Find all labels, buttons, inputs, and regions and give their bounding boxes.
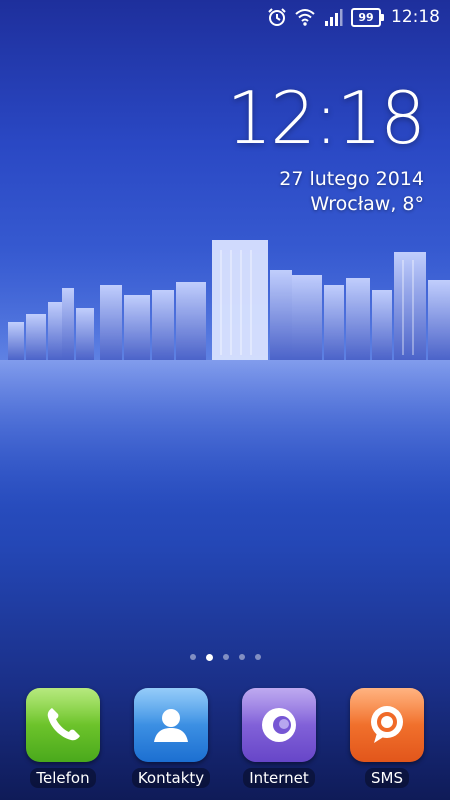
clock-time[interactable]: 12:18	[227, 82, 426, 154]
dock-app-sms[interactable]: SMS	[342, 688, 432, 788]
alarm-icon	[268, 8, 286, 26]
wallpaper-skyline	[0, 240, 450, 510]
page-dot[interactable]	[238, 654, 245, 660]
phone-icon[interactable]	[26, 688, 100, 762]
dock: Telefon Kontakty Internet SMS	[0, 688, 450, 800]
clock-date[interactable]: 27 lutego 2014	[279, 168, 424, 190]
page-dot-active[interactable]	[205, 653, 213, 661]
page-dot[interactable]	[222, 654, 229, 660]
dock-app-label: Internet	[243, 768, 315, 788]
status-time: 12:18	[391, 7, 440, 27]
dock-app-telefon[interactable]: Telefon	[18, 688, 108, 788]
sms-icon[interactable]	[350, 688, 424, 762]
dock-app-label: Telefon	[30, 768, 96, 788]
page-indicator[interactable]	[0, 653, 450, 661]
status-bar: 99 12:18	[0, 0, 450, 34]
dock-app-label: SMS	[365, 768, 409, 788]
wifi-icon	[295, 9, 315, 26]
dock-app-label: Kontakty	[131, 768, 211, 788]
dock-app-internet[interactable]: Internet	[234, 688, 324, 788]
weather-info[interactable]: Wrocław, 8°	[310, 193, 424, 215]
page-dot[interactable]	[254, 654, 261, 660]
dock-app-kontakty[interactable]: Kontakty	[126, 688, 216, 788]
page-dot[interactable]	[189, 654, 196, 660]
battery-icon: 99	[351, 7, 384, 27]
signal-icon	[325, 9, 343, 26]
contacts-icon[interactable]	[134, 688, 208, 762]
browser-icon[interactable]	[242, 688, 316, 762]
